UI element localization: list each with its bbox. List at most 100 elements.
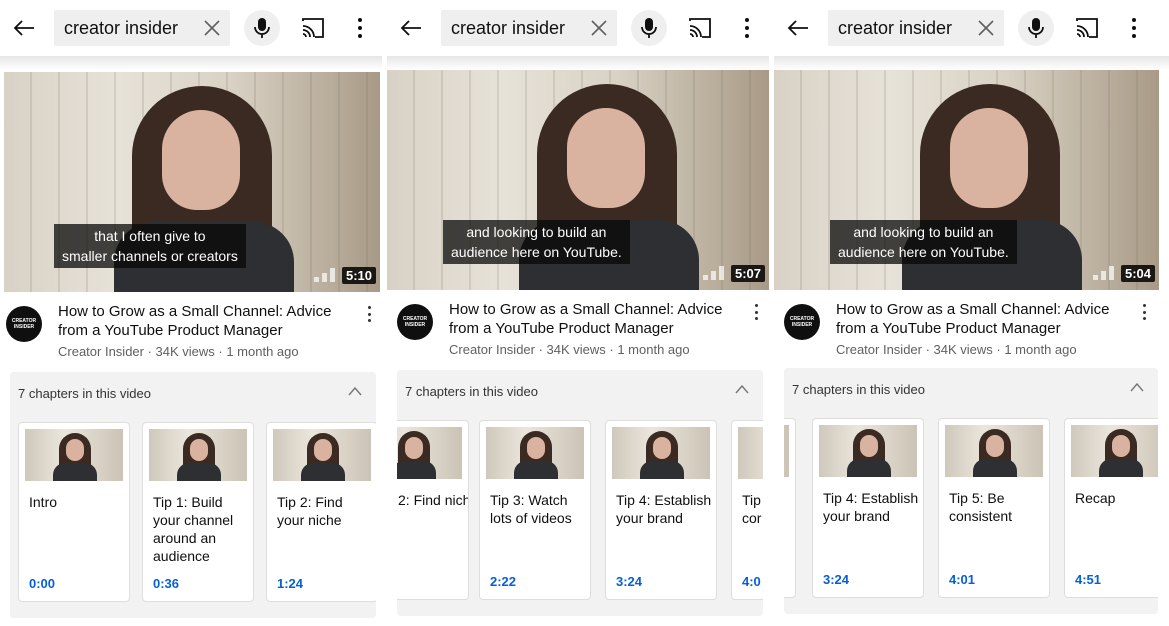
chapter-card[interactable]: Tip 4: Establish your brand 3:24 bbox=[605, 420, 717, 600]
chapter-title: Tip cor bbox=[742, 492, 762, 526]
clear-search-icon[interactable] bbox=[202, 18, 222, 38]
chapter-thumbnail bbox=[273, 429, 371, 481]
chapter-title: Tip 4: Establish your brand bbox=[616, 492, 712, 526]
video-duration: 5:10 bbox=[341, 267, 376, 284]
caption-box: and looking to build an audience here on… bbox=[443, 220, 630, 264]
video-menu-icon[interactable] bbox=[1141, 304, 1147, 320]
voice-search-button[interactable] bbox=[631, 10, 667, 46]
search-query: creator insider bbox=[838, 17, 953, 38]
chapter-timestamp[interactable]: 0:36 bbox=[153, 576, 179, 591]
cast-icon[interactable] bbox=[300, 16, 326, 40]
chapter-card[interactable] bbox=[784, 418, 796, 598]
divider bbox=[387, 56, 769, 70]
video-title[interactable]: How to Grow as a Small Channel: Advice f… bbox=[58, 302, 348, 340]
chapters-panel: 7 chapters in this video Intro 0:00 Tip … bbox=[10, 372, 376, 618]
chapter-card[interactable]: Tip 3: Watch lots of videos 2:22 bbox=[479, 420, 591, 600]
video-menu-icon[interactable] bbox=[753, 304, 759, 320]
more-options-icon[interactable] bbox=[737, 16, 757, 40]
channel-avatar[interactable]: CREATOR INSIDER bbox=[784, 304, 820, 340]
video-player[interactable]: and looking to build an audience here on… bbox=[774, 70, 1159, 290]
screen-panel-2: creator insider and looking to build an … bbox=[387, 0, 769, 626]
back-arrow-icon[interactable] bbox=[10, 14, 38, 42]
search-input[interactable]: creator insider bbox=[441, 10, 617, 46]
chapter-title: Tip 3: Watch lots of videos bbox=[490, 492, 572, 526]
video-meta[interactable]: CREATOR INSIDER How to Grow as a Small C… bbox=[387, 298, 769, 364]
chapter-timestamp[interactable]: 4:0 bbox=[742, 574, 761, 589]
chapter-thumbnail bbox=[945, 425, 1043, 477]
audio-bars-icon bbox=[1093, 266, 1115, 280]
chapter-thumbnail bbox=[819, 425, 917, 477]
chapter-title: Tip 4: Establish your brand bbox=[823, 490, 919, 524]
collapse-icon[interactable] bbox=[1130, 382, 1144, 392]
chapter-card[interactable]: Recap 4:51 bbox=[1064, 418, 1158, 598]
chapter-timestamp[interactable]: 1:24 bbox=[277, 576, 303, 591]
chapter-timestamp[interactable]: 0:00 bbox=[29, 576, 55, 591]
search-input[interactable]: creator insider bbox=[54, 10, 230, 46]
chapter-card[interactable]: Tip 5: Be consistent 4:01 bbox=[938, 418, 1050, 598]
more-options-icon[interactable] bbox=[350, 16, 370, 40]
chapter-card[interactable]: Tip 4: Establish your brand 3:24 bbox=[812, 418, 924, 598]
video-subtitle: Creator Insider · 34K views · 1 month ag… bbox=[449, 342, 690, 357]
collapse-icon[interactable] bbox=[348, 386, 362, 396]
video-title[interactable]: How to Grow as a Small Channel: Advice f… bbox=[836, 300, 1126, 338]
video-meta[interactable]: CREATOR INSIDER How to Grow as a Small C… bbox=[0, 300, 382, 366]
back-arrow-icon[interactable] bbox=[397, 14, 425, 42]
screen-panel-1: creator insider that I often give to sma… bbox=[0, 0, 382, 626]
video-meta[interactable]: CREATOR INSIDER How to Grow as a Small C… bbox=[774, 298, 1169, 364]
chapter-thumbnail bbox=[1071, 425, 1158, 477]
video-title[interactable]: How to Grow as a Small Channel: Advice f… bbox=[449, 300, 739, 338]
chapter-title: Recap bbox=[1075, 490, 1116, 506]
chapter-card[interactable]: Tip 2: Find your niche 1:24 bbox=[266, 422, 376, 602]
chapter-thumbnail bbox=[612, 427, 710, 479]
cast-icon[interactable] bbox=[1074, 16, 1100, 40]
video-player[interactable]: and looking to build an audience here on… bbox=[387, 70, 769, 290]
top-bar: creator insider bbox=[387, 0, 769, 56]
chapter-card[interactable]: Intro 0:00 bbox=[18, 422, 130, 602]
chapter-title: Intro bbox=[29, 494, 58, 510]
caption-line: smaller channels or creators bbox=[62, 248, 238, 264]
video-menu-icon[interactable] bbox=[366, 306, 372, 322]
chapters-panel: 7 chapters in this video 2: Find niche T… bbox=[397, 370, 763, 616]
video-duration: 5:04 bbox=[1120, 265, 1155, 282]
cast-icon[interactable] bbox=[687, 16, 713, 40]
chapter-title: Tip 1: Build your channel around an audi… bbox=[153, 494, 234, 564]
screen-panel-3: creator insider and looking to build an … bbox=[774, 0, 1169, 626]
divider bbox=[774, 56, 1169, 70]
collapse-icon[interactable] bbox=[735, 384, 749, 394]
caption-line: that I often give to bbox=[94, 228, 206, 244]
voice-search-button[interactable] bbox=[1018, 10, 1054, 46]
caption-line: and looking to build an bbox=[466, 224, 607, 240]
chapter-timestamp[interactable]: 3:24 bbox=[616, 574, 642, 589]
chapter-thumbnail bbox=[784, 425, 789, 477]
chapter-timestamp[interactable]: 3:24 bbox=[823, 572, 849, 587]
channel-avatar[interactable]: CREATOR INSIDER bbox=[397, 304, 433, 340]
microphone-icon bbox=[1028, 18, 1044, 38]
top-bar: creator insider bbox=[774, 0, 1169, 56]
chapters-header: 7 chapters in this video bbox=[18, 386, 151, 401]
chapter-card[interactable]: Tip 1: Build your channel around an audi… bbox=[142, 422, 254, 602]
video-player[interactable]: that I often give to smaller channels or… bbox=[4, 72, 380, 292]
search-query: creator insider bbox=[451, 17, 566, 38]
chapter-card[interactable]: Tip cor 4:0 bbox=[731, 420, 763, 600]
channel-avatar[interactable]: CREATOR INSIDER bbox=[6, 306, 42, 342]
caption-line: audience here on YouTube. bbox=[451, 244, 622, 260]
clear-search-icon[interactable] bbox=[589, 18, 609, 38]
chapter-thumbnail bbox=[397, 427, 462, 479]
chapter-card[interactable]: 2: Find niche bbox=[397, 420, 469, 600]
chapter-timestamp[interactable]: 4:01 bbox=[949, 572, 975, 587]
more-options-icon[interactable] bbox=[1124, 16, 1144, 40]
chapter-thumbnail bbox=[149, 429, 247, 481]
chapters-header: 7 chapters in this video bbox=[405, 384, 538, 399]
video-subtitle: Creator Insider · 34K views · 1 month ag… bbox=[836, 342, 1077, 357]
voice-search-button[interactable] bbox=[244, 10, 280, 46]
back-arrow-icon[interactable] bbox=[784, 14, 812, 42]
chapter-timestamp[interactable]: 2:22 bbox=[490, 574, 516, 589]
top-bar: creator insider bbox=[0, 0, 382, 56]
chapter-timestamp[interactable]: 4:51 bbox=[1075, 572, 1101, 587]
clear-search-icon[interactable] bbox=[976, 18, 996, 38]
video-duration: 5:07 bbox=[730, 265, 765, 282]
caption-box: and looking to build an audience here on… bbox=[830, 220, 1017, 264]
video-subtitle: Creator Insider · 34K views · 1 month ag… bbox=[58, 344, 299, 359]
search-input[interactable]: creator insider bbox=[828, 10, 1004, 46]
divider bbox=[0, 56, 382, 70]
